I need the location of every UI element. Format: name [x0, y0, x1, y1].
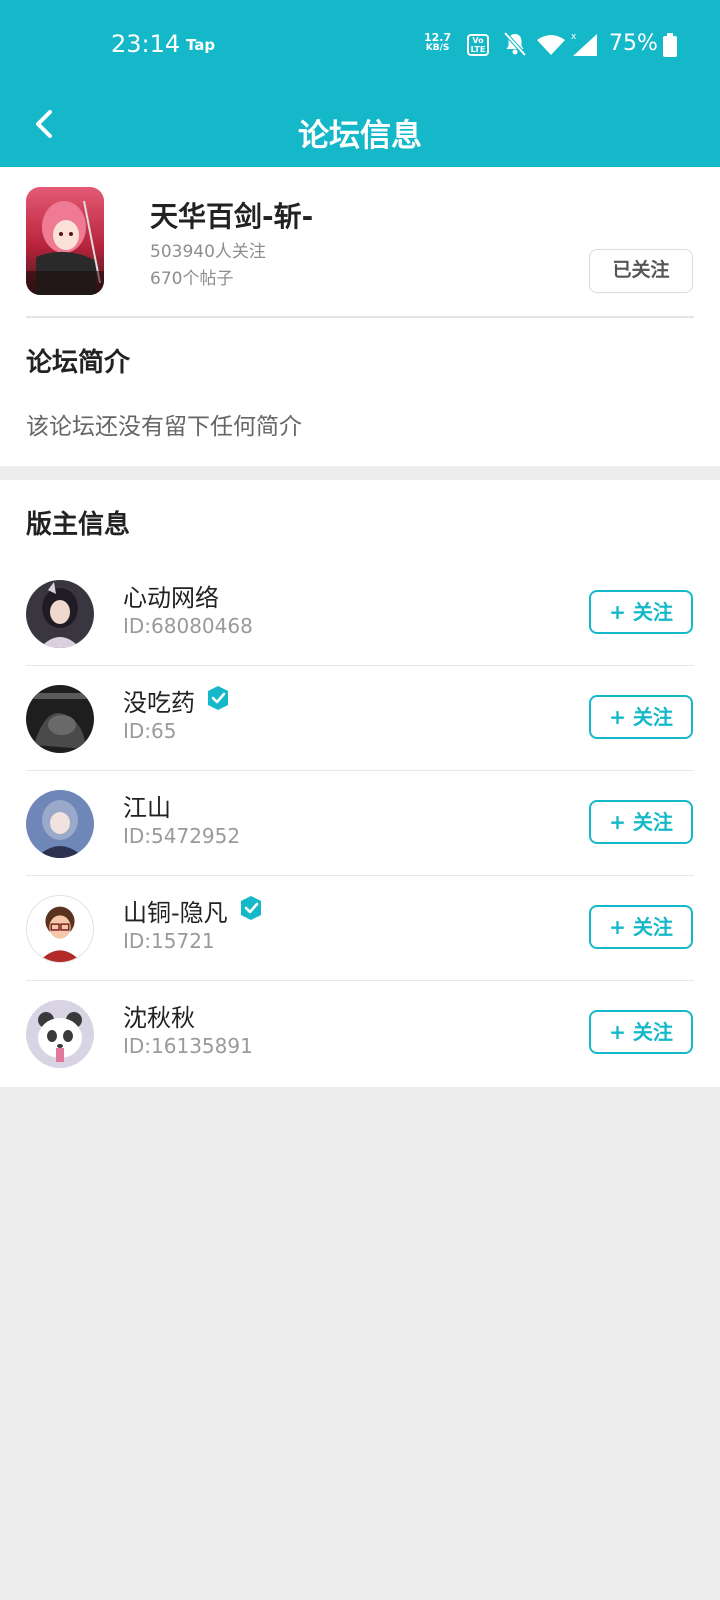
intro-heading: 论坛简介: [26, 348, 131, 378]
avatar[interactable]: [26, 895, 94, 963]
nav-bar: 论坛信息: [0, 90, 720, 167]
network-speed-value: 12.7: [424, 31, 452, 44]
moderator-row[interactable]: 心动网络 ID:68080468 + 关注: [0, 561, 720, 666]
follow-button[interactable]: + 关注: [589, 800, 693, 844]
status-time: 23:14: [111, 30, 181, 58]
status-bar: 23:14 Tap 12.7 KB/S Vo LTE x 75%: [0, 0, 720, 90]
moderator-row[interactable]: 沈秋秋 ID:16135891 + 关注: [0, 981, 720, 1086]
moderator-name: 心动网络: [123, 584, 219, 612]
avatar[interactable]: [26, 580, 94, 648]
moderator-id: ID:68080468: [123, 614, 253, 638]
forum-followers: 503940人关注: [150, 242, 266, 262]
top-bar: 23:14 Tap 12.7 KB/S Vo LTE x 75% 论坛信息: [0, 0, 720, 167]
battery-icon: [663, 33, 677, 57]
moderator-row[interactable]: 江山 ID:5472952 + 关注: [0, 771, 720, 876]
moderators-card: 版主信息 心动网络 ID:68080468 + 关注 没吃药 ID:65 + 关…: [0, 480, 720, 1087]
follow-button[interactable]: + 关注: [589, 695, 693, 739]
moderator-id: ID:5472952: [123, 824, 241, 848]
follow-button[interactable]: + 关注: [589, 1010, 693, 1054]
status-carrier: Tap: [186, 36, 216, 54]
wifi-icon: [537, 35, 565, 55]
moderators-heading: 版主信息: [26, 510, 131, 540]
moderator-id: ID:15721: [123, 929, 215, 953]
network-speed: 12.7 KB/S: [424, 32, 451, 54]
cellular-signal-icon: x: [571, 32, 597, 56]
page-title: 论坛信息: [298, 118, 422, 154]
moderator-name: 沈秋秋: [123, 1004, 195, 1032]
forum-info-card: 天华百剑-斩- 503940人关注 670个帖子 已关注 论坛简介 该论坛还没有…: [0, 167, 720, 466]
moderator-name: 江山: [123, 794, 171, 822]
moderator-row[interactable]: 山铜-隐凡 ID:15721 + 关注: [0, 876, 720, 981]
forum-cover-image[interactable]: [26, 187, 104, 295]
divider: [26, 316, 694, 318]
moderator-name: 山铜-隐凡: [123, 899, 228, 927]
moderator-row[interactable]: 没吃药 ID:65 + 关注: [0, 666, 720, 771]
moderator-id: ID:65: [123, 719, 177, 743]
volte-icon: Vo LTE: [467, 34, 489, 56]
moderator-id: ID:16135891: [123, 1034, 253, 1058]
intro-text: 该论坛还没有留下任何简介: [26, 414, 302, 440]
network-speed-unit: KB/S: [425, 43, 450, 53]
avatar[interactable]: [26, 1000, 94, 1068]
follow-button[interactable]: + 关注: [589, 590, 693, 634]
avatar[interactable]: [26, 790, 94, 858]
verified-badge-icon: [208, 686, 228, 710]
avatar[interactable]: [26, 685, 94, 753]
verified-badge-icon: [241, 896, 261, 920]
bell-muted-icon: [503, 31, 527, 57]
battery-percent: 75%: [609, 31, 658, 56]
moderator-name: 没吃药: [123, 689, 195, 717]
svg-text:x: x: [571, 32, 577, 42]
followed-button[interactable]: 已关注: [589, 249, 693, 293]
forum-post-count: 670个帖子: [150, 269, 234, 289]
follow-button[interactable]: + 关注: [589, 905, 693, 949]
forum-name: 天华百剑-斩-: [150, 200, 314, 233]
